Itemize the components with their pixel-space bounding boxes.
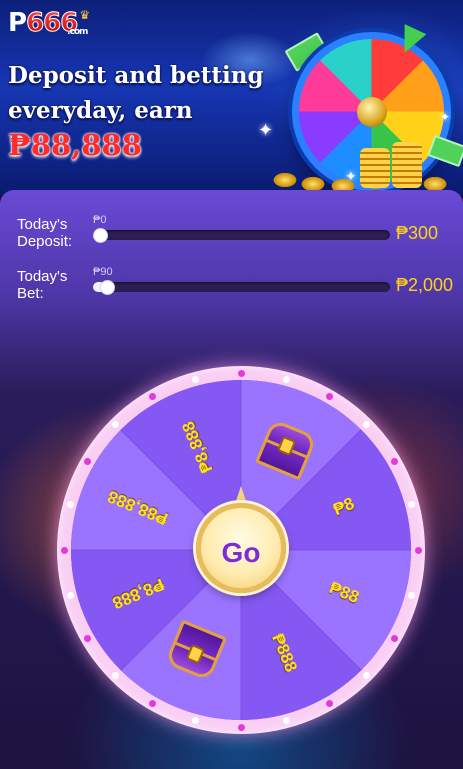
lucky-wheel: ₱8 ₱88 ₱888 ₱8,888 ₱88,888 ₱8,888 Go (57, 366, 425, 734)
deposit-progress-knob (93, 228, 108, 243)
deposit-current-value: ₱0 (93, 214, 107, 226)
deposit-progress: Today's Deposit: ₱0 ₱300 (0, 214, 463, 256)
rim-light (414, 546, 422, 554)
coin-stack-icon (360, 148, 390, 188)
rim-light (60, 546, 68, 554)
sparkle-icon: ✦ (440, 110, 451, 124)
crown-icon: ♛ (79, 8, 90, 22)
promo-banner: P 666 ♛ .com Deposit and betting everyda… (0, 0, 463, 195)
bet-label: Today's Bet: (17, 268, 68, 302)
wheel-pointer-icon (235, 486, 247, 504)
deposit-progress-track (93, 228, 390, 243)
site-logo: P 666 ♛ .com (8, 8, 90, 39)
banner-prize: ₱88,888 (8, 128, 142, 162)
bet-progress: Today's Bet: ₱90 ₱2,000 (0, 266, 463, 308)
deposit-target-value: ₱300 (396, 223, 439, 243)
wheel-hub-icon (356, 96, 387, 127)
logo-letter: P (8, 8, 27, 38)
deposit-label: Today's Deposit: (17, 216, 73, 250)
logo-domain: .com (67, 27, 88, 37)
lucky-wheel-panel: Today's Deposit: ₱0 ₱300 Today's Bet: ₱9… (0, 190, 463, 769)
coin-stack-icon (392, 142, 422, 188)
sparkle-icon: ✦ (345, 168, 357, 184)
rim-light (237, 369, 245, 377)
bet-current-value: ₱90 (93, 266, 113, 278)
bet-progress-knob (100, 280, 116, 295)
banner-headline: Deposit and betting everyday, earn (8, 62, 264, 124)
spin-go-button[interactable]: Go (196, 503, 286, 593)
rim-light (237, 723, 245, 731)
bet-progress-track (93, 280, 390, 295)
sparkle-icon: ✦ (258, 120, 274, 140)
bet-target-value: ₱2,000 (396, 275, 454, 295)
